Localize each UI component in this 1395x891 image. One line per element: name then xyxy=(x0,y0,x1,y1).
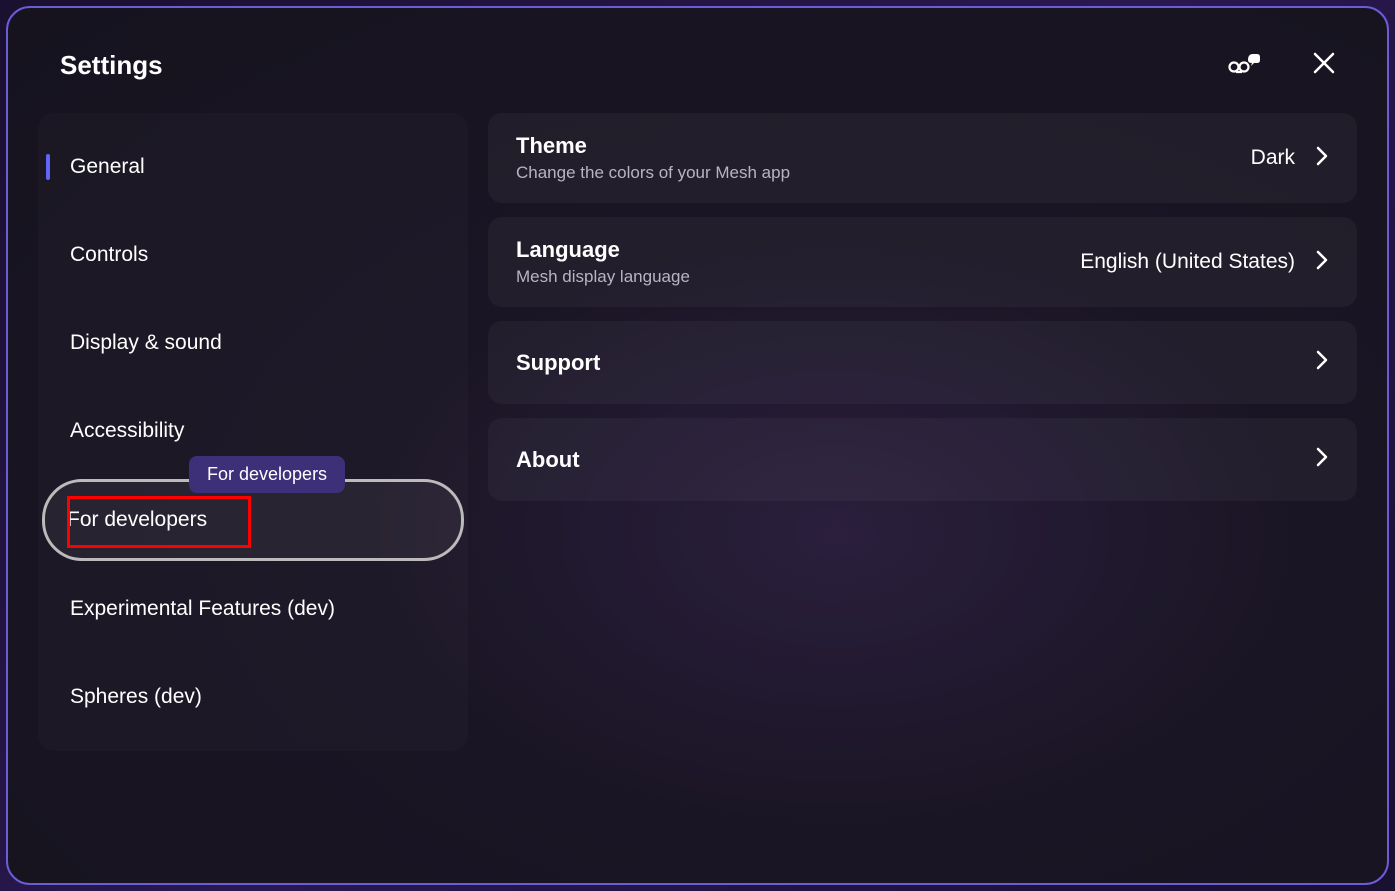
setting-right: English (United States) xyxy=(1080,249,1329,276)
tooltip-text: For developers xyxy=(207,464,327,484)
tooltip: For developers xyxy=(189,456,345,493)
sidebar-item-label: Controls xyxy=(70,243,148,267)
setting-left: Support xyxy=(516,350,600,376)
content: General Controls Display & sound Accessi… xyxy=(8,113,1387,751)
sidebar-item-general[interactable]: General xyxy=(46,127,460,207)
close-icon[interactable] xyxy=(1311,50,1337,81)
sidebar-item-controls[interactable]: Controls xyxy=(46,215,460,295)
sidebar-item-experimental-features[interactable]: Experimental Features (dev) xyxy=(46,569,460,649)
setting-theme[interactable]: Theme Change the colors of your Mesh app… xyxy=(488,113,1357,203)
chevron-right-icon xyxy=(1315,349,1329,376)
setting-desc: Mesh display language xyxy=(516,267,690,287)
sidebar-item-label: General xyxy=(70,155,145,179)
sidebar-item-label: Display & sound xyxy=(70,331,222,355)
setting-left: About xyxy=(516,447,580,473)
sidebar-item-label: For developers xyxy=(67,508,207,532)
page-title: Settings xyxy=(60,50,163,81)
setting-title: About xyxy=(516,447,580,473)
sidebar-item-spheres[interactable]: Spheres (dev) xyxy=(46,657,460,737)
setting-support[interactable]: Support xyxy=(488,321,1357,404)
setting-value: Dark xyxy=(1251,146,1295,170)
chevron-right-icon xyxy=(1315,446,1329,473)
setting-left: Theme Change the colors of your Mesh app xyxy=(516,133,790,183)
main-panel: Theme Change the colors of your Mesh app… xyxy=(488,113,1357,751)
sidebar-item-for-developers[interactable]: For developers For developers xyxy=(42,479,464,561)
sidebar: General Controls Display & sound Accessi… xyxy=(38,113,468,751)
setting-language[interactable]: Language Mesh display language English (… xyxy=(488,217,1357,307)
sidebar-item-label: Accessibility xyxy=(70,419,184,443)
sidebar-item-label: Experimental Features (dev) xyxy=(70,597,335,621)
setting-title: Support xyxy=(516,350,600,376)
setting-value: English (United States) xyxy=(1080,250,1295,274)
header: Settings xyxy=(8,8,1387,113)
setting-right: Dark xyxy=(1251,145,1329,172)
setting-title: Theme xyxy=(516,133,790,159)
setting-title: Language xyxy=(516,237,690,263)
chevron-right-icon xyxy=(1315,249,1329,276)
chevron-right-icon xyxy=(1315,145,1329,172)
header-actions xyxy=(1227,48,1337,83)
setting-right xyxy=(1315,349,1329,376)
setting-about[interactable]: About xyxy=(488,418,1357,501)
feedback-icon[interactable] xyxy=(1227,48,1261,83)
sidebar-item-display-sound[interactable]: Display & sound xyxy=(46,303,460,383)
settings-window: Settings General xyxy=(6,6,1389,885)
sidebar-item-label: Spheres (dev) xyxy=(70,685,202,709)
setting-desc: Change the colors of your Mesh app xyxy=(516,163,790,183)
setting-right xyxy=(1315,446,1329,473)
setting-left: Language Mesh display language xyxy=(516,237,690,287)
